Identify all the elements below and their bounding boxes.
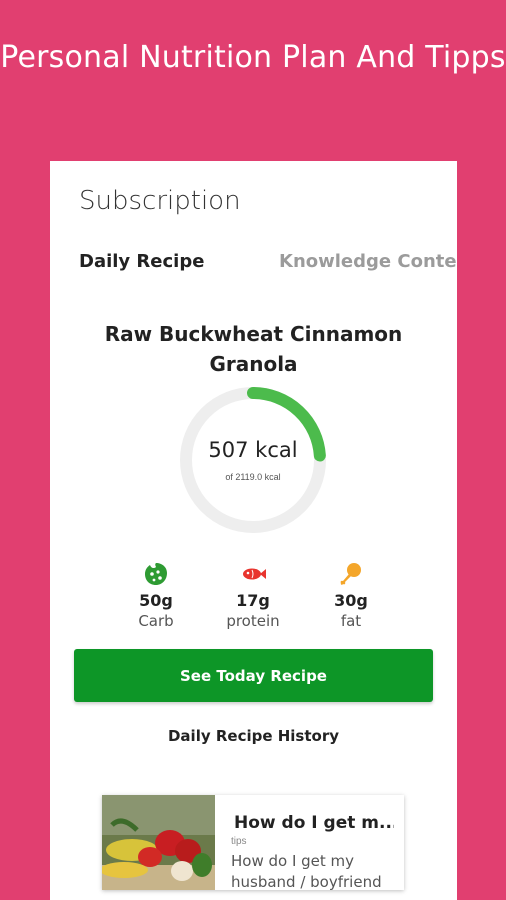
cookie-icon bbox=[145, 563, 167, 585]
macro-protein: 17g protein bbox=[213, 561, 293, 630]
fish-icon bbox=[243, 568, 266, 580]
macro-fat-value: 30g bbox=[334, 591, 368, 610]
subscription-card: Subscription Daily Recipe Knowledge Cont… bbox=[50, 161, 457, 900]
macro-carb-value: 50g bbox=[139, 591, 173, 610]
kcal-value: 507 kcal bbox=[208, 438, 298, 462]
calorie-progress-ring: 507 kcal of 2119.0 kcal bbox=[179, 386, 327, 534]
article-card[interactable]: How do I get m... tips How do I get my h… bbox=[102, 795, 404, 890]
tab-daily-recipe[interactable]: Daily Recipe bbox=[79, 251, 204, 272]
tab-knowledge-content[interactable]: Knowledge Conten bbox=[279, 251, 457, 272]
macro-protein-value: 17g bbox=[236, 591, 270, 610]
daily-recipe-history-link[interactable]: Daily Recipe History bbox=[50, 727, 457, 745]
kcal-goal: of 2119.0 kcal bbox=[225, 472, 281, 482]
recipe-title: Raw Buckwheat Cinnamon Granola bbox=[104, 322, 403, 376]
drumstick-icon bbox=[340, 563, 361, 585]
vegetables-image bbox=[102, 795, 215, 890]
article-tag: tips bbox=[231, 836, 247, 847]
macro-protein-label: protein bbox=[226, 612, 280, 630]
macro-carb: 50g Carb bbox=[116, 561, 196, 630]
page-title: Subscription bbox=[79, 186, 241, 216]
article-title: How do I get m... bbox=[234, 813, 394, 833]
macro-fat: 30g fat bbox=[311, 561, 391, 630]
see-today-recipe-button[interactable]: See Today Recipe bbox=[74, 649, 433, 702]
article-excerpt: How do I get my husband / boyfriend bbox=[231, 852, 382, 890]
macro-fat-label: fat bbox=[340, 612, 362, 630]
macro-carb-label: Carb bbox=[138, 612, 174, 630]
promo-title: Personal Nutrition Plan And Tipps bbox=[0, 40, 506, 75]
